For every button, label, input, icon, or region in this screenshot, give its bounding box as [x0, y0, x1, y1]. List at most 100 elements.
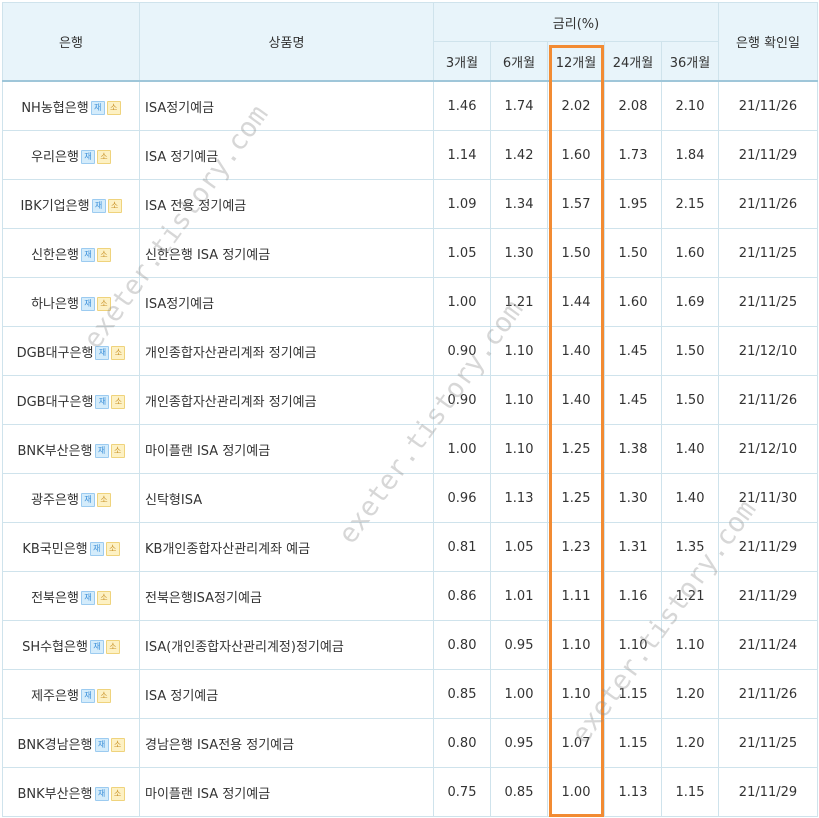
product-name[interactable]: ISA(개인종합자산관리계정)정기예금 — [139, 620, 434, 670]
rate-36m-cell: 1.10 — [661, 620, 719, 670]
bank-cell: 전북은행 재 소 — [2, 571, 140, 621]
bank-name[interactable]: KB국민은행 — [22, 542, 87, 557]
header-confirm-date[interactable]: 은행 확인일 — [718, 2, 818, 82]
product-name[interactable]: 경남은행 ISA전용 정기예금 — [139, 718, 434, 768]
confirm-date-cell: 21/11/25 — [718, 277, 818, 327]
rate-36m-cell: 1.40 — [661, 473, 719, 523]
table-row[interactable]: BNK부산은행 재 소 마이플랜 ISA 정기예금 0.75 0.85 1.00 1.13 1.… — [2, 767, 818, 817]
table-row[interactable]: IBK기업은행 재 소 ISA 전용 정기예금 1.09 1.34 1.57 1.95 2.15… — [2, 179, 818, 229]
rate-12m-cell: 1.50 — [547, 228, 605, 278]
product-name[interactable]: ISA 전용 정기예금 — [139, 179, 434, 229]
rate-12m-cell: 1.07 — [547, 718, 605, 768]
rate-12m-cell: 2.02 — [547, 80, 605, 131]
table-row[interactable]: BNK경남은행 재 소 경남은행 ISA전용 정기예금 0.80 0.95 1.07 1.15… — [2, 718, 818, 768]
bank-cell: 신한은행 재 소 — [2, 228, 140, 278]
bank-name[interactable]: BNK부산은행 — [17, 787, 92, 802]
bank-name[interactable]: IBK기업은행 — [20, 199, 89, 214]
rate-36m-cell: 1.35 — [661, 522, 719, 572]
product-name[interactable]: ISA 정기예금 — [139, 130, 434, 180]
header-bank[interactable]: 은행 — [2, 2, 140, 82]
table-row[interactable]: DGB대구은행 재 소 개인종합자산관리계좌 정기예금 0.90 1.10 1.40 1.45… — [2, 326, 818, 376]
header-term-6m[interactable]: 6개월 — [490, 41, 548, 82]
new-badge-icon: 재 — [80, 297, 95, 311]
product-name[interactable]: KB개인종합자산관리계좌 예금 — [139, 522, 434, 572]
rate-12m-cell: 1.40 — [547, 326, 605, 376]
bank-name[interactable]: SH수협은행 — [22, 640, 88, 655]
bank-name[interactable]: NH농협은행 — [21, 101, 88, 116]
product-name[interactable]: ISA정기예금 — [139, 80, 434, 131]
header-term-24m[interactable]: 24개월 — [604, 41, 662, 82]
product-name[interactable]: 신한은행 ISA 정기예금 — [139, 228, 434, 278]
table-header: 은행 상품명 금리(%) 은행 확인일 3개월 6개월 12개월 24개월 36… — [2, 2, 818, 82]
rate-36m-cell: 2.10 — [661, 80, 719, 131]
product-name[interactable]: 마이플랜 ISA 정기예금 — [139, 767, 434, 817]
table-row[interactable]: 제주은행 재 소 ISA 정기예금 0.85 1.00 1.10 1.15 1.20 21/11/… — [2, 669, 818, 719]
rate-3m-cell: 0.86 — [433, 571, 491, 621]
small-badge-icon: 소 — [96, 297, 111, 311]
small-badge-icon: 소 — [110, 787, 125, 801]
rate-6m-cell: 0.85 — [490, 767, 548, 817]
bank-name[interactable]: 전북은행 — [31, 591, 79, 606]
new-badge-icon: 재 — [90, 101, 105, 115]
product-name[interactable]: ISA 정기예금 — [139, 669, 434, 719]
confirm-date-cell: 21/12/10 — [718, 326, 818, 376]
table-row[interactable]: NH농협은행 재 소 ISA정기예금 1.46 1.74 2.02 2.08 2.10 21/11… — [2, 80, 818, 131]
bank-name[interactable]: BNK경남은행 — [17, 738, 92, 753]
table-row[interactable]: 전북은행 재 소 전북은행ISA정기예금 0.86 1.01 1.11 1.16 1.21 21/… — [2, 571, 818, 621]
rate-24m-cell: 2.08 — [604, 80, 662, 131]
bank-name[interactable]: BNK부산은행 — [17, 444, 92, 459]
table-row[interactable]: 우리은행 재 소 ISA 정기예금 1.14 1.42 1.60 1.73 1.84 21/11/… — [2, 130, 818, 180]
bank-name[interactable]: 하나은행 — [31, 297, 79, 312]
product-name[interactable]: 신탁형ISA — [139, 473, 434, 523]
product-name[interactable]: 개인종합자산관리계좌 정기예금 — [139, 326, 434, 376]
product-name[interactable]: 개인종합자산관리계좌 정기예금 — [139, 375, 434, 425]
product-name[interactable]: ISA정기예금 — [139, 277, 434, 327]
product-name[interactable]: 전북은행ISA정기예금 — [139, 571, 434, 621]
bank-name[interactable]: 광주은행 — [31, 493, 79, 508]
header-term-36m[interactable]: 36개월 — [661, 41, 719, 82]
rate-6m-cell: 1.10 — [490, 326, 548, 376]
table-row[interactable]: SH수협은행 재 소 ISA(개인종합자산관리계정)정기예금 0.80 0.95 1.10 1… — [2, 620, 818, 670]
header-term-12m[interactable]: 12개월 — [547, 41, 605, 82]
small-badge-icon: 소 — [106, 101, 121, 115]
new-badge-icon: 재 — [91, 199, 106, 213]
rate-36m-cell: 1.84 — [661, 130, 719, 180]
rate-24m-cell: 1.30 — [604, 473, 662, 523]
rate-6m-cell: 1.42 — [490, 130, 548, 180]
rate-3m-cell: 0.96 — [433, 473, 491, 523]
table-row[interactable]: 신한은행 재 소 신한은행 ISA 정기예금 1.05 1.30 1.50 1.50 1.60 2… — [2, 228, 818, 278]
rate-24m-cell: 1.95 — [604, 179, 662, 229]
new-badge-icon: 재 — [89, 542, 104, 556]
table-row[interactable]: KB국민은행 재 소 KB개인종합자산관리계좌 예금 0.81 1.05 1.23 1.31 1… — [2, 522, 818, 572]
table-row[interactable]: DGB대구은행 재 소 개인종합자산관리계좌 정기예금 0.90 1.10 1.40 1.45… — [2, 375, 818, 425]
confirm-date-cell: 21/11/25 — [718, 228, 818, 278]
header-term-3m[interactable]: 3개월 — [433, 41, 491, 82]
bank-name[interactable]: 제주은행 — [31, 689, 79, 704]
table-row[interactable]: BNK부산은행 재 소 마이플랜 ISA 정기예금 1.00 1.10 1.25 1.38 1.… — [2, 424, 818, 474]
header-product[interactable]: 상품명 — [139, 2, 434, 82]
rate-24m-cell: 1.45 — [604, 375, 662, 425]
bank-cell: DGB대구은행 재 소 — [2, 326, 140, 376]
product-name[interactable]: 마이플랜 ISA 정기예금 — [139, 424, 434, 474]
bank-cell: DGB대구은행 재 소 — [2, 375, 140, 425]
small-badge-icon: 소 — [96, 150, 111, 164]
rate-6m-cell: 1.00 — [490, 669, 548, 719]
bank-name[interactable]: 우리은행 — [31, 150, 79, 165]
rate-3m-cell: 0.80 — [433, 718, 491, 768]
rate-12m-cell: 1.25 — [547, 424, 605, 474]
rate-6m-cell: 1.34 — [490, 179, 548, 229]
bank-name[interactable]: DGB대구은행 — [17, 346, 94, 361]
table-body: NH농협은행 재 소 ISA정기예금 1.46 1.74 2.02 2.08 2.10 21/11… — [2, 80, 818, 817]
bank-name[interactable]: 신한은행 — [31, 248, 79, 263]
new-badge-icon: 재 — [95, 395, 110, 409]
rate-6m-cell: 1.21 — [490, 277, 548, 327]
table-row[interactable]: 광주은행 재 소 신탁형ISA 0.96 1.13 1.25 1.30 1.40 21/11/30 — [2, 473, 818, 523]
bank-cell: KB국민은행 재 소 — [2, 522, 140, 572]
bank-cell: 우리은행 재 소 — [2, 130, 140, 180]
rate-24m-cell: 1.31 — [604, 522, 662, 572]
table-row[interactable]: 하나은행 재 소 ISA정기예금 1.00 1.21 1.44 1.60 1.69 21/11/2… — [2, 277, 818, 327]
confirm-date-cell: 21/11/26 — [718, 375, 818, 425]
bank-name[interactable]: DGB대구은행 — [17, 395, 94, 410]
rate-12m-cell: 1.10 — [547, 669, 605, 719]
new-badge-icon: 재 — [80, 591, 95, 605]
